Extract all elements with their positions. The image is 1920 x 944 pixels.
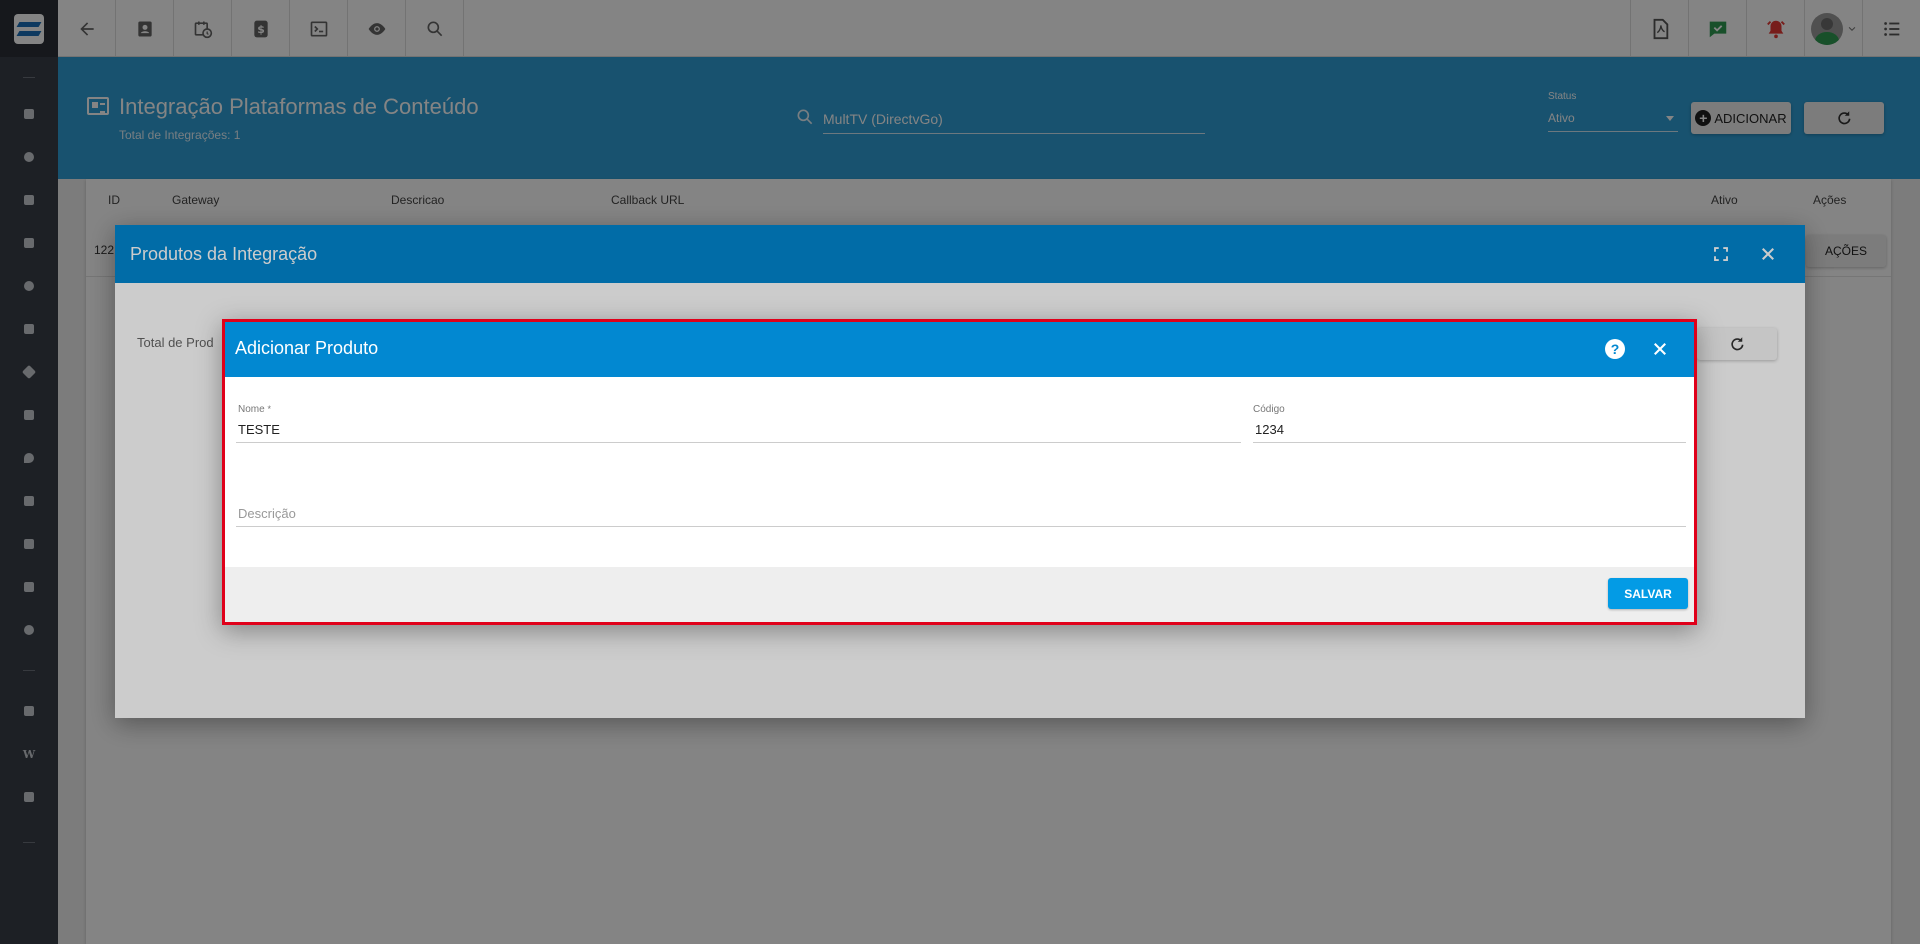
- descricao-input[interactable]: [236, 501, 1686, 527]
- required-marker: *: [267, 404, 271, 414]
- close-icon: [1654, 343, 1666, 355]
- add-product-modal: Adicionar Produto ? Nome * Código SALVAR: [222, 319, 1697, 625]
- codigo-label: Código: [1253, 404, 1285, 415]
- nome-label-text: Nome: [238, 404, 265, 415]
- nome-label: Nome *: [238, 404, 271, 415]
- help-icon[interactable]: ?: [1605, 339, 1625, 359]
- nome-input[interactable]: [236, 417, 1241, 443]
- codigo-input[interactable]: [1253, 417, 1686, 443]
- add-product-modal-title: Adicionar Produto: [235, 338, 379, 358]
- save-button[interactable]: SALVAR: [1608, 578, 1688, 609]
- add-product-close-button[interactable]: [1650, 339, 1670, 359]
- add-product-modal-footer: SALVAR: [225, 567, 1694, 622]
- add-product-modal-header: Adicionar Produto ?: [225, 322, 1694, 377]
